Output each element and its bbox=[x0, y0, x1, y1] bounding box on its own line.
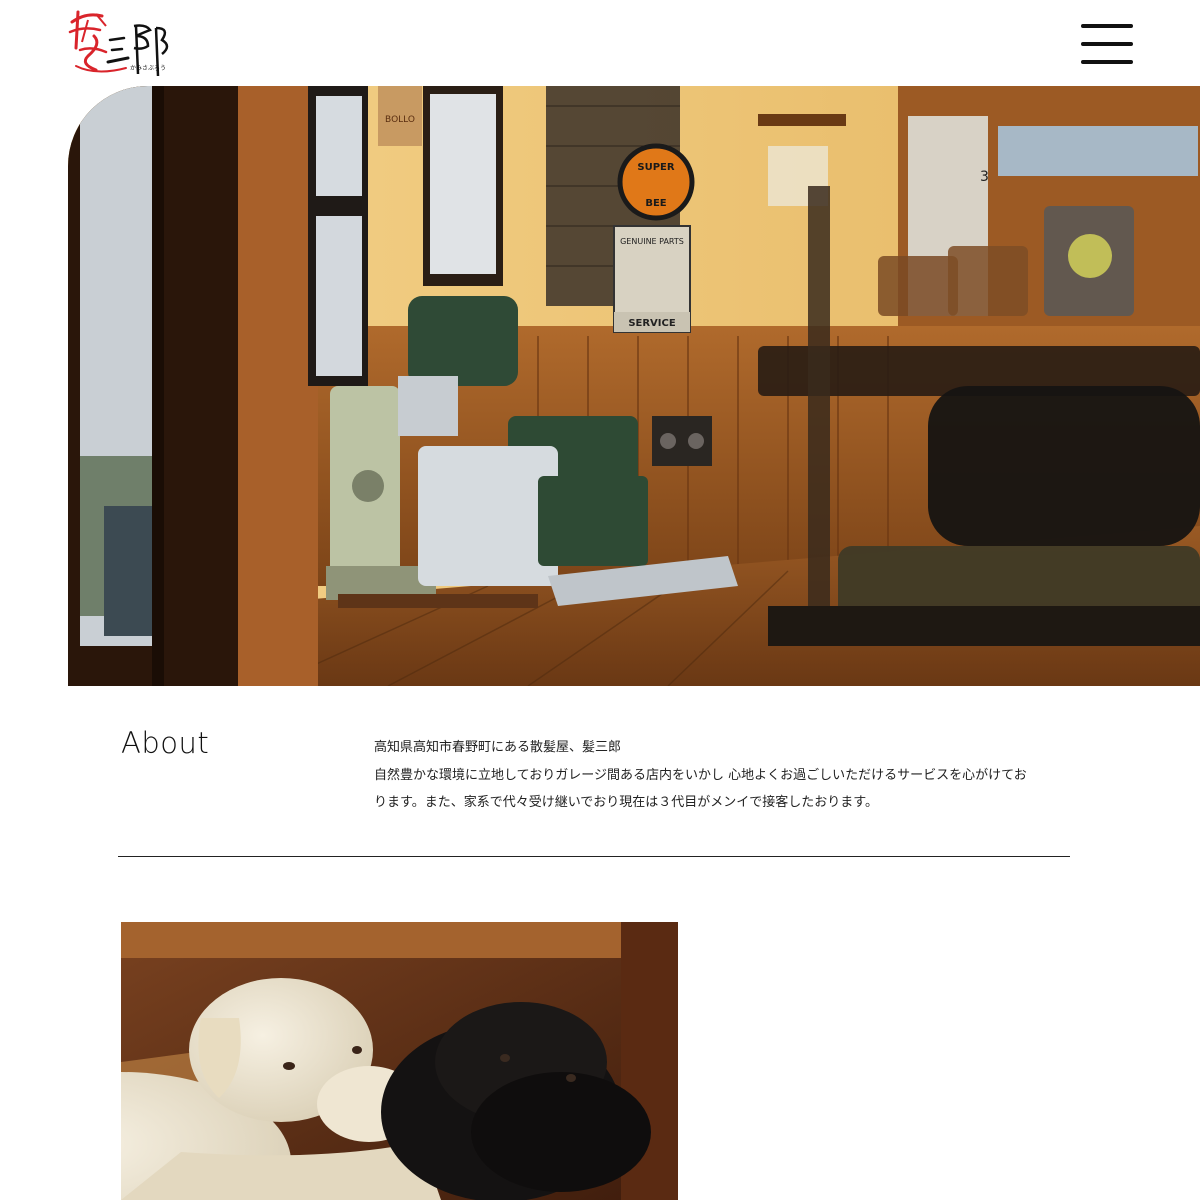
about-line-2: 自然豊かな環境に立地しておりガレージ間ある店内をいかし 心地よくお過ごしいただけ… bbox=[374, 767, 1027, 783]
genuine-parts-sign-text: GENUINE PARTS bbox=[620, 237, 684, 246]
site-logo[interactable]: かみさぶろう bbox=[66, 6, 176, 78]
two-labrador-dogs-photo bbox=[121, 922, 678, 1200]
menu-bar-top bbox=[1081, 24, 1133, 28]
super-bee-top-text: SUPER bbox=[637, 162, 674, 173]
service-sign-text: SERVICE bbox=[628, 318, 676, 329]
shelf-number-text: 3 bbox=[980, 169, 989, 185]
about-heading: About bbox=[121, 726, 210, 760]
barbershop-interior-photo: BOLLO SUPER BEE GENUINE PARTS SERVICE 3 bbox=[68, 86, 1200, 686]
menu-bar-middle bbox=[1081, 42, 1133, 46]
about-line-1: 高知県高知市春野町にある散髪屋、髪三郎 bbox=[374, 740, 622, 755]
kamisaburo-logo-icon: かみさぶろう bbox=[68, 10, 169, 77]
about-description: 高知県高知市春野町にある散髪屋、髪三郎 自然豊かな環境に立地しておりガレージ間あ… bbox=[374, 734, 1074, 817]
super-bee-bottom-text: BEE bbox=[645, 198, 666, 209]
hero-image: BOLLO SUPER BEE GENUINE PARTS SERVICE 3 bbox=[68, 86, 1200, 686]
gallery-image bbox=[121, 922, 678, 1200]
site-header: かみさぶろう bbox=[0, 0, 1200, 86]
logo-reading: かみさぶろう bbox=[130, 65, 166, 72]
section-divider bbox=[118, 856, 1070, 857]
bollo-sign-text: BOLLO bbox=[385, 115, 415, 125]
hamburger-menu-button[interactable] bbox=[1078, 22, 1136, 66]
menu-bar-bottom bbox=[1081, 60, 1133, 64]
about-line-3: ります。また、家系で代々受け継いでおり現在は３代目がメンイで接客したおります。 bbox=[374, 795, 879, 810]
